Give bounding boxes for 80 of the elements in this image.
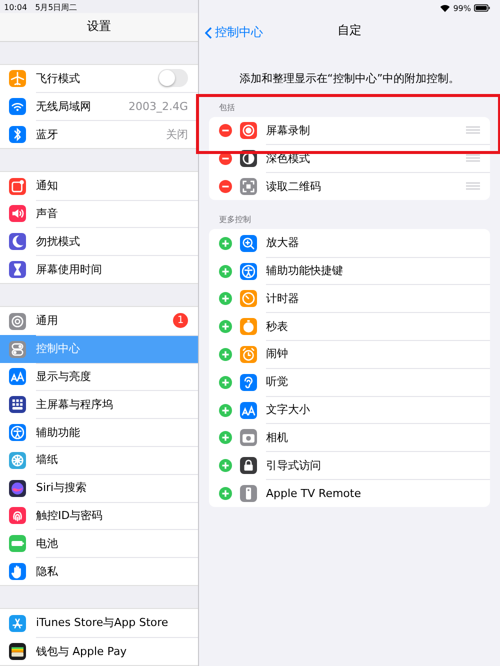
control-label: 闹钟 (266, 346, 289, 362)
add-icon[interactable] (219, 320, 232, 334)
control-label: Apple TV Remote (266, 486, 362, 500)
settings-item[interactable]: Siri与搜索 (0, 474, 198, 502)
item-label: 声音 (36, 206, 59, 221)
settings-item[interactable]: 辅助功能 (0, 418, 198, 446)
item-label: 隐私 (36, 564, 59, 579)
item-label: 触控ID与密码 (36, 508, 104, 523)
settings-item[interactable]: 显示与亮度 (0, 363, 198, 391)
drag-handle-icon[interactable] (466, 182, 480, 190)
description-text: 添加和整理显示在“控制中心”中的附加控制。 (238, 71, 461, 86)
add-icon[interactable] (219, 236, 232, 250)
control-label: 听觉 (266, 374, 289, 390)
settings-item[interactable]: 触控ID与密码 (0, 502, 198, 530)
add-icon[interactable] (219, 264, 232, 278)
add-icon[interactable] (219, 348, 232, 361)
add-icon[interactable] (219, 404, 232, 417)
section-header: 更多控制 (218, 214, 252, 226)
remove-icon[interactable] (219, 180, 232, 193)
item-label: 通用 (36, 313, 59, 328)
control-label: 辅助功能快捷键 (266, 263, 344, 278)
control-label: 引导式访问 (266, 458, 322, 473)
item-label: 钱包与 Apple Pay (36, 644, 128, 659)
item-label: 主屏幕与程序坞 (36, 396, 114, 412)
back-button[interactable]: 控制中心 (203, 22, 265, 43)
battery-percent: 99% (453, 4, 471, 12)
add-icon[interactable] (219, 376, 232, 389)
item-label: iTunes Store与App Store (36, 615, 170, 630)
add-icon[interactable] (219, 486, 232, 500)
drag-handle-icon[interactable] (466, 126, 480, 134)
settings-item[interactable]: 主屏幕与程序坞 (0, 390, 198, 419)
settings-item[interactable]: 电池 (0, 530, 198, 558)
remove-icon[interactable] (219, 152, 232, 166)
remove-icon[interactable] (219, 124, 232, 138)
add-icon[interactable] (219, 292, 232, 306)
battery-icon (474, 4, 490, 12)
control-label: 屏幕录制 (266, 122, 311, 138)
item-label: 辅助功能 (36, 424, 81, 440)
time-text: 10:04 (4, 3, 28, 12)
item-label: 飞行模式 (36, 70, 81, 86)
settings-item[interactable]: 钱包与 Apple Pay (0, 637, 198, 665)
page-title: 自定 (338, 22, 362, 39)
item-label: 勿扰模式 (36, 234, 81, 249)
section-header: 包括 (218, 102, 236, 114)
settings-title: 设置 (87, 18, 111, 36)
notification-badge: 1 (173, 313, 188, 328)
settings-item[interactable]: 屏幕使用时间 (0, 256, 198, 284)
item-label: 电池 (36, 536, 59, 551)
drag-handle-icon[interactable] (466, 154, 480, 162)
control-label: 读取二维码 (266, 178, 322, 194)
chevron-left-icon (205, 26, 212, 38)
add-icon[interactable] (219, 431, 232, 444)
control-label: 文字大小 (266, 402, 311, 418)
settings-item[interactable]: 通知 (0, 172, 198, 200)
add-icon[interactable] (219, 459, 232, 472)
wifi-icon (440, 4, 450, 12)
date-text: 5月5日周二 (35, 2, 78, 13)
item-value: 2003_2.4G (128, 100, 188, 113)
control-label: 放大器 (266, 235, 300, 250)
settings-item[interactable]: iTunes Store与App Store (0, 609, 198, 638)
control-label: 相机 (266, 430, 289, 445)
toggle-switch[interactable] (158, 69, 188, 88)
item-label: 无线局域网 (36, 98, 92, 114)
item-label: 墙纸 (36, 452, 59, 468)
settings-item[interactable]: 蓝牙 关闭 (0, 120, 198, 148)
item-label: 屏幕使用时间 (36, 262, 103, 278)
item-label: 控制中心 (36, 341, 81, 356)
item-label: 通知 (36, 178, 59, 194)
control-label: 秒表 (266, 318, 289, 334)
settings-item[interactable]: 声音 (0, 200, 198, 228)
item-label: 显示与亮度 (36, 368, 92, 384)
item-value: 关闭 (166, 126, 188, 142)
item-label: Siri与搜索 (36, 480, 88, 496)
settings-item[interactable]: 无线局域网 2003_2.4G (0, 92, 198, 120)
settings-item[interactable]: 勿扰模式 (0, 228, 198, 256)
settings-item[interactable]: 隐私 (0, 558, 198, 586)
settings-item[interactable]: 墙纸 (0, 446, 198, 474)
settings-item[interactable]: 飞行模式 (0, 64, 198, 93)
control-label: 计时器 (266, 290, 300, 306)
item-label: 蓝牙 (36, 126, 59, 142)
